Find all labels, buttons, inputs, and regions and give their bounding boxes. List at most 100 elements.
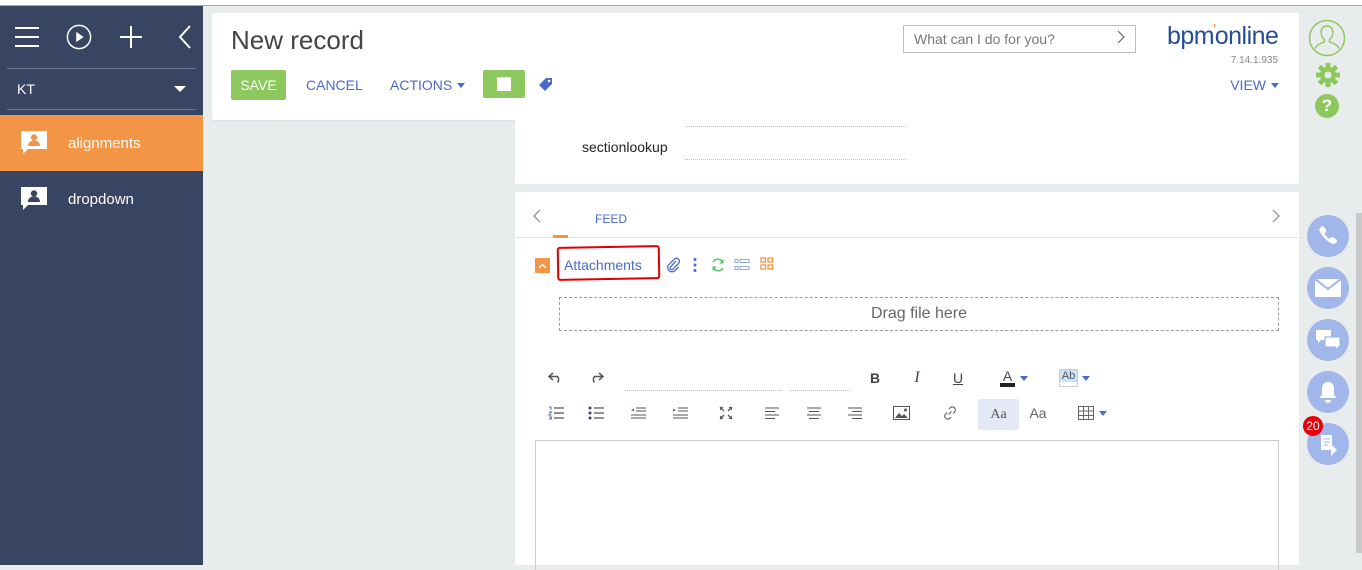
undo-icon — [548, 372, 560, 383]
sidebar-item-label: alignments — [68, 134, 141, 152]
workspace-label: KT — [17, 81, 35, 97]
collapse-sidebar-icon[interactable] — [172, 24, 198, 50]
message-editor[interactable] — [535, 440, 1279, 570]
sectionlookup-field[interactable] — [685, 159, 906, 160]
clear-format-button[interactable]: Aa — [1027, 399, 1049, 427]
section-icon — [20, 130, 48, 156]
section-icon — [20, 186, 48, 212]
align-center-icon — [807, 407, 821, 419]
format-text-button[interactable]: Aa — [978, 399, 1019, 430]
tab-indicator — [553, 235, 568, 238]
chevron-down-icon — [174, 86, 186, 92]
indent-button[interactable] — [669, 399, 691, 427]
tile-view-icon[interactable] — [760, 257, 774, 276]
tab-bar: FEED — [515, 192, 1299, 238]
align-left-icon — [765, 407, 779, 419]
highlight-color-button[interactable]: Ab — [1056, 364, 1094, 392]
outdent-button[interactable] — [627, 399, 649, 427]
help-icon[interactable]: ? — [1315, 94, 1339, 118]
bulleted-list-icon — [588, 406, 604, 420]
italic-button[interactable]: I — [907, 364, 927, 392]
bold-button[interactable]: B — [865, 364, 885, 392]
field-card: sectionlookup — [515, 120, 1299, 184]
chat-button[interactable] — [1307, 319, 1349, 361]
notifications-button[interactable] — [1307, 371, 1349, 413]
record-header: New record SAVE CANCEL ACTIONS bpm'onlin… — [212, 13, 1299, 120]
chevron-down-icon — [457, 82, 466, 88]
profile-icon[interactable] — [1308, 19, 1346, 62]
insert-link-button[interactable] — [939, 399, 961, 427]
align-right-icon — [848, 407, 862, 419]
fullscreen-icon — [719, 406, 733, 420]
toggle-button[interactable] — [483, 70, 525, 98]
view-button[interactable]: VIEW — [1230, 77, 1279, 93]
scrollbar[interactable] — [1356, 213, 1362, 553]
tab-feed[interactable]: FEED — [595, 212, 627, 226]
paperclip-icon[interactable] — [666, 257, 681, 278]
save-button[interactable]: SAVE — [231, 70, 286, 100]
refresh-icon[interactable] — [710, 257, 726, 278]
play-icon[interactable] — [66, 24, 92, 50]
link-icon — [944, 406, 956, 420]
align-right-button[interactable] — [844, 399, 866, 427]
view-label: VIEW — [1230, 77, 1266, 93]
redo-button[interactable] — [585, 364, 607, 392]
underline-button[interactable]: U — [948, 364, 968, 392]
version-label: 7.14.1.935 — [1230, 55, 1278, 66]
table-icon — [1077, 406, 1094, 420]
bell-icon — [1319, 382, 1337, 403]
image-icon — [892, 406, 910, 420]
square-icon — [497, 77, 511, 91]
divider — [685, 126, 906, 127]
cancel-button[interactable]: CANCEL — [306, 70, 363, 100]
chevron-right-icon[interactable] — [1117, 30, 1125, 49]
file-dropzone[interactable]: Drag file here — [559, 297, 1279, 331]
gear-icon[interactable] — [1315, 62, 1341, 93]
sidebar-item-dropdown[interactable]: dropdown — [0, 171, 203, 227]
process-icon — [1321, 435, 1337, 456]
collapse-button[interactable] — [535, 258, 550, 273]
insert-table-button[interactable] — [1075, 399, 1109, 427]
sidebar-toolbar — [0, 6, 203, 68]
process-button[interactable]: 20 — [1303, 416, 1349, 465]
email-icon — [1315, 279, 1341, 297]
chevron-up-icon — [538, 263, 547, 268]
tag-icon[interactable] — [538, 77, 553, 97]
font-color-icon: A — [999, 369, 1016, 387]
chevron-down-icon — [1020, 375, 1029, 381]
undo-button[interactable] — [545, 364, 567, 392]
insert-image-button[interactable] — [890, 399, 912, 427]
align-left-button[interactable] — [761, 399, 783, 427]
command-search[interactable] — [903, 25, 1136, 53]
more-options-icon[interactable] — [693, 257, 697, 278]
bulleted-list-button[interactable] — [585, 399, 607, 427]
menu-icon[interactable] — [14, 24, 40, 50]
actions-button[interactable]: ACTIONS — [390, 70, 466, 100]
list-view-icon[interactable] — [734, 257, 750, 278]
phone-button[interactable] — [1307, 215, 1349, 257]
right-rail: ? 20 — [1300, 13, 1356, 565]
numbered-list-icon — [548, 406, 564, 420]
indent-icon — [673, 407, 688, 419]
add-icon[interactable] — [118, 24, 144, 50]
font-family-select[interactable] — [625, 390, 782, 391]
sidebar-item-alignments[interactable]: alignments — [0, 115, 203, 171]
highlight-icon: Ab — [1058, 369, 1079, 387]
font-size-select[interactable] — [789, 390, 850, 391]
fullscreen-button[interactable] — [715, 399, 737, 427]
actions-label: ACTIONS — [390, 77, 453, 93]
chevron-down-icon — [1098, 410, 1107, 416]
outdent-icon — [631, 407, 646, 419]
page-title: New record — [231, 25, 364, 55]
align-center-button[interactable] — [803, 399, 825, 427]
chevron-left-icon[interactable] — [533, 209, 541, 228]
search-input[interactable] — [914, 31, 1104, 47]
font-color-button[interactable]: A — [995, 364, 1033, 392]
phone-icon — [1319, 226, 1338, 245]
chevron-right-icon[interactable] — [1272, 209, 1280, 228]
email-button[interactable] — [1307, 267, 1349, 309]
workspace-selector[interactable]: KT — [7, 68, 196, 110]
attachments-title[interactable]: Attachments — [564, 257, 642, 273]
chevron-down-icon — [1082, 375, 1091, 381]
numbered-list-button[interactable] — [545, 399, 567, 427]
